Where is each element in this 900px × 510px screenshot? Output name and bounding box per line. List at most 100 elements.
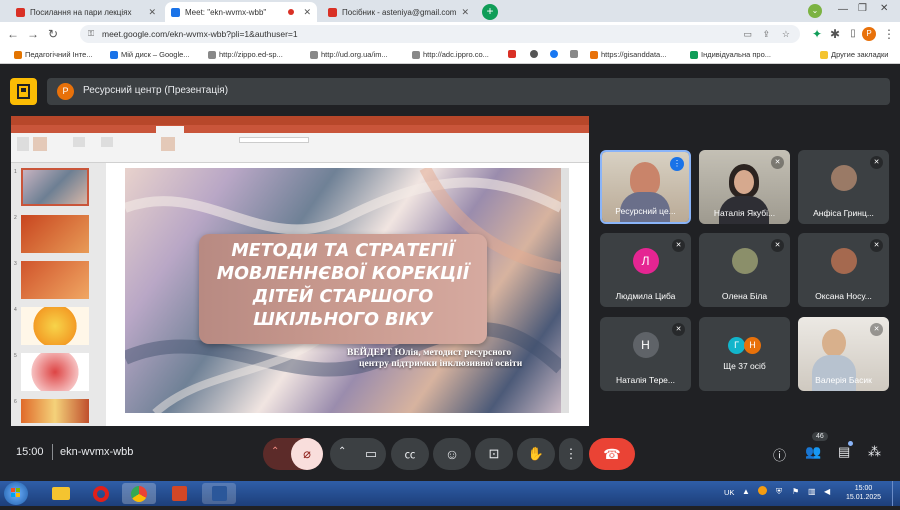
participant-tile[interactable]: ✕ Наталія Якубі... [699, 150, 790, 224]
more-participants-tile[interactable]: Г Н Ще 37 осіб [699, 317, 790, 391]
bookmark-item[interactable] [508, 50, 516, 58]
participant-photo-avatar [731, 248, 758, 275]
bookmark-label: Мій диск – Google... [121, 50, 190, 59]
person-head [734, 170, 754, 194]
extensions-puzzle-icon[interactable]: ✱ [828, 27, 842, 41]
taskbar-word[interactable] [202, 483, 236, 504]
slide-thumb-3[interactable] [21, 261, 89, 299]
participant-tile[interactable]: Л ✕ Людмила Циба [600, 233, 691, 307]
new-tab-button[interactable]: + [482, 4, 498, 20]
meeting-details-icon[interactable]: ⓘ [773, 445, 786, 464]
bookmark-item[interactable]: http://ud.org.ua/im... [310, 50, 388, 59]
bookmark-item[interactable]: Мій диск – Google... [110, 50, 190, 59]
taskbar-explorer[interactable] [44, 483, 78, 504]
tray-flag-icon[interactable]: ⚑ [792, 487, 799, 496]
present-screen-button[interactable]: ⊡ [475, 438, 513, 470]
more-options-button[interactable]: ⋮ [559, 438, 583, 470]
bookmark-item[interactable]: http://zippo.ed-sp... [208, 50, 283, 59]
menu-dots-icon[interactable]: ⋮ [882, 27, 896, 41]
extension-icon[interactable]: ✦ [810, 27, 824, 41]
taskbar-chrome[interactable] [122, 483, 156, 504]
raise-hand-button[interactable]: ✋ [517, 438, 555, 470]
thumb-number: 2 [14, 215, 17, 221]
meet-icon [171, 7, 180, 17]
slide-thumb-2[interactable] [21, 215, 89, 253]
bookmark-item[interactable] [570, 50, 578, 58]
tray-app-icon[interactable] [758, 486, 767, 495]
minimize-button[interactable]: — [838, 4, 848, 15]
close-icon[interactable]: ✕ [461, 7, 469, 18]
participant-tile[interactable]: ✕ Олена Біла [699, 233, 790, 307]
bookmark-item[interactable] [550, 50, 558, 58]
tab-search-icon[interactable]: ⌄ [808, 4, 822, 18]
bookmarks-bar: Педагогічний Інте... Мій диск – Google..… [0, 46, 900, 64]
language-indicator[interactable]: UK [724, 488, 734, 497]
close-icon[interactable]: ✕ [303, 7, 311, 18]
captions-button[interactable]: ㏄ [391, 438, 429, 470]
participant-tile[interactable]: Н ✕ Наталія Тере... [600, 317, 691, 391]
tray-security-icon[interactable]: ⛨ [776, 487, 782, 497]
tab-title: Посилання на пари лекціях [30, 7, 132, 17]
mic-off-button[interactable]: ⌀ [291, 438, 323, 470]
leave-call-button[interactable]: ☎ [589, 438, 635, 470]
other-bookmarks[interactable]: Другие закладки [820, 50, 888, 59]
tray-arrow-icon[interactable]: ▲ [742, 487, 750, 496]
browser-tab-3[interactable]: Посібник - asteniya@gmail.com ✕ [322, 2, 474, 22]
pin-layout-button[interactable] [10, 78, 37, 105]
taskbar-opera[interactable] [84, 483, 118, 504]
start-button[interactable] [4, 482, 28, 505]
reload-icon[interactable]: ↻ [46, 27, 60, 41]
ribbon-button [101, 137, 113, 147]
camera-button[interactable]: ▭ [356, 438, 386, 470]
volume-icon[interactable]: ◀ [824, 487, 830, 496]
close-window-button[interactable]: ✕ [880, 3, 888, 14]
bookmark-item[interactable] [530, 50, 538, 58]
chat-icon[interactable]: ▤ [838, 444, 850, 460]
slide-thumb-1[interactable] [21, 168, 89, 206]
close-icon[interactable]: ✕ [148, 7, 156, 18]
ribbon-button [17, 137, 29, 151]
powerpoint-icon [171, 486, 187, 501]
side-panel-icon[interactable]: ▯ [846, 27, 860, 41]
taskbar-clock[interactable]: 15:00 15.01.2025 [846, 484, 881, 502]
slide-thumb-6[interactable] [21, 399, 89, 423]
presenter-avatar: P [57, 83, 74, 100]
restore-button[interactable]: ❐ [858, 3, 867, 14]
activities-icon[interactable]: ⁂ [868, 444, 881, 460]
participant-name: Анфіса Гринц... [813, 208, 874, 218]
slide-scrollbar[interactable] [561, 168, 569, 413]
share-icon[interactable]: ⇪ [762, 25, 770, 43]
bookmark-item[interactable]: Педагогічний Інте... [14, 50, 93, 59]
forward-arrow-icon[interactable]: → [26, 27, 40, 41]
participant-name: Наталія Тере... [616, 375, 675, 385]
browser-tab-1[interactable]: Посилання на пари лекціях ✕ [10, 2, 162, 22]
more-participants-label: Ще 37 осіб [723, 361, 766, 371]
show-desktop-button[interactable] [892, 481, 900, 506]
mic-control-group: ⌃ ⌀ [263, 438, 323, 470]
bookmark-item[interactable]: Індивідуальна про... [690, 50, 771, 59]
address-bar[interactable]: ⚿ meet.google.com/ekn-wvmx-wbb?pli=1&aut… [80, 25, 800, 43]
bookmark-item[interactable]: https://gisanddata... [590, 50, 666, 59]
back-arrow-icon[interactable]: ← [6, 27, 20, 41]
taskbar-powerpoint[interactable] [162, 483, 196, 504]
people-icon[interactable]: 👥 [805, 444, 821, 460]
participant-tile[interactable]: ✕ Анфіса Гринц... [798, 150, 889, 224]
divider [52, 444, 53, 460]
powerpoint-titlebar [11, 116, 589, 125]
participant-tile[interactable]: ✕ Валерія Басик [798, 317, 889, 391]
person-head [630, 162, 660, 196]
bookmark-star-icon[interactable]: ☆ [782, 25, 790, 43]
slide-thumb-5[interactable] [21, 353, 89, 391]
presentation-header: P Ресурсний центр (Презентація) [47, 78, 890, 105]
network-icon[interactable]: ▥ [808, 487, 816, 496]
mic-options-chevron-icon[interactable]: ⌃ [271, 446, 279, 457]
camera-options-chevron-icon[interactable]: ⌃ [338, 446, 346, 457]
emoji-reaction-button[interactable]: ☺ [433, 438, 471, 470]
slide-thumb-4[interactable] [21, 307, 89, 345]
participant-tile[interactable]: ⋮ Ресурсний це... [600, 150, 691, 224]
bookmark-item[interactable]: http://adc.ippro.co... [412, 50, 489, 59]
profile-avatar[interactable]: P [862, 27, 876, 41]
browser-tab-2[interactable]: Meet: "ekn-wvmx-wbb" ✕ [165, 2, 317, 22]
participant-tile[interactable]: ✕ Оксана Носу... [798, 233, 889, 307]
camera-permission-icon[interactable]: ▭ [743, 25, 752, 43]
